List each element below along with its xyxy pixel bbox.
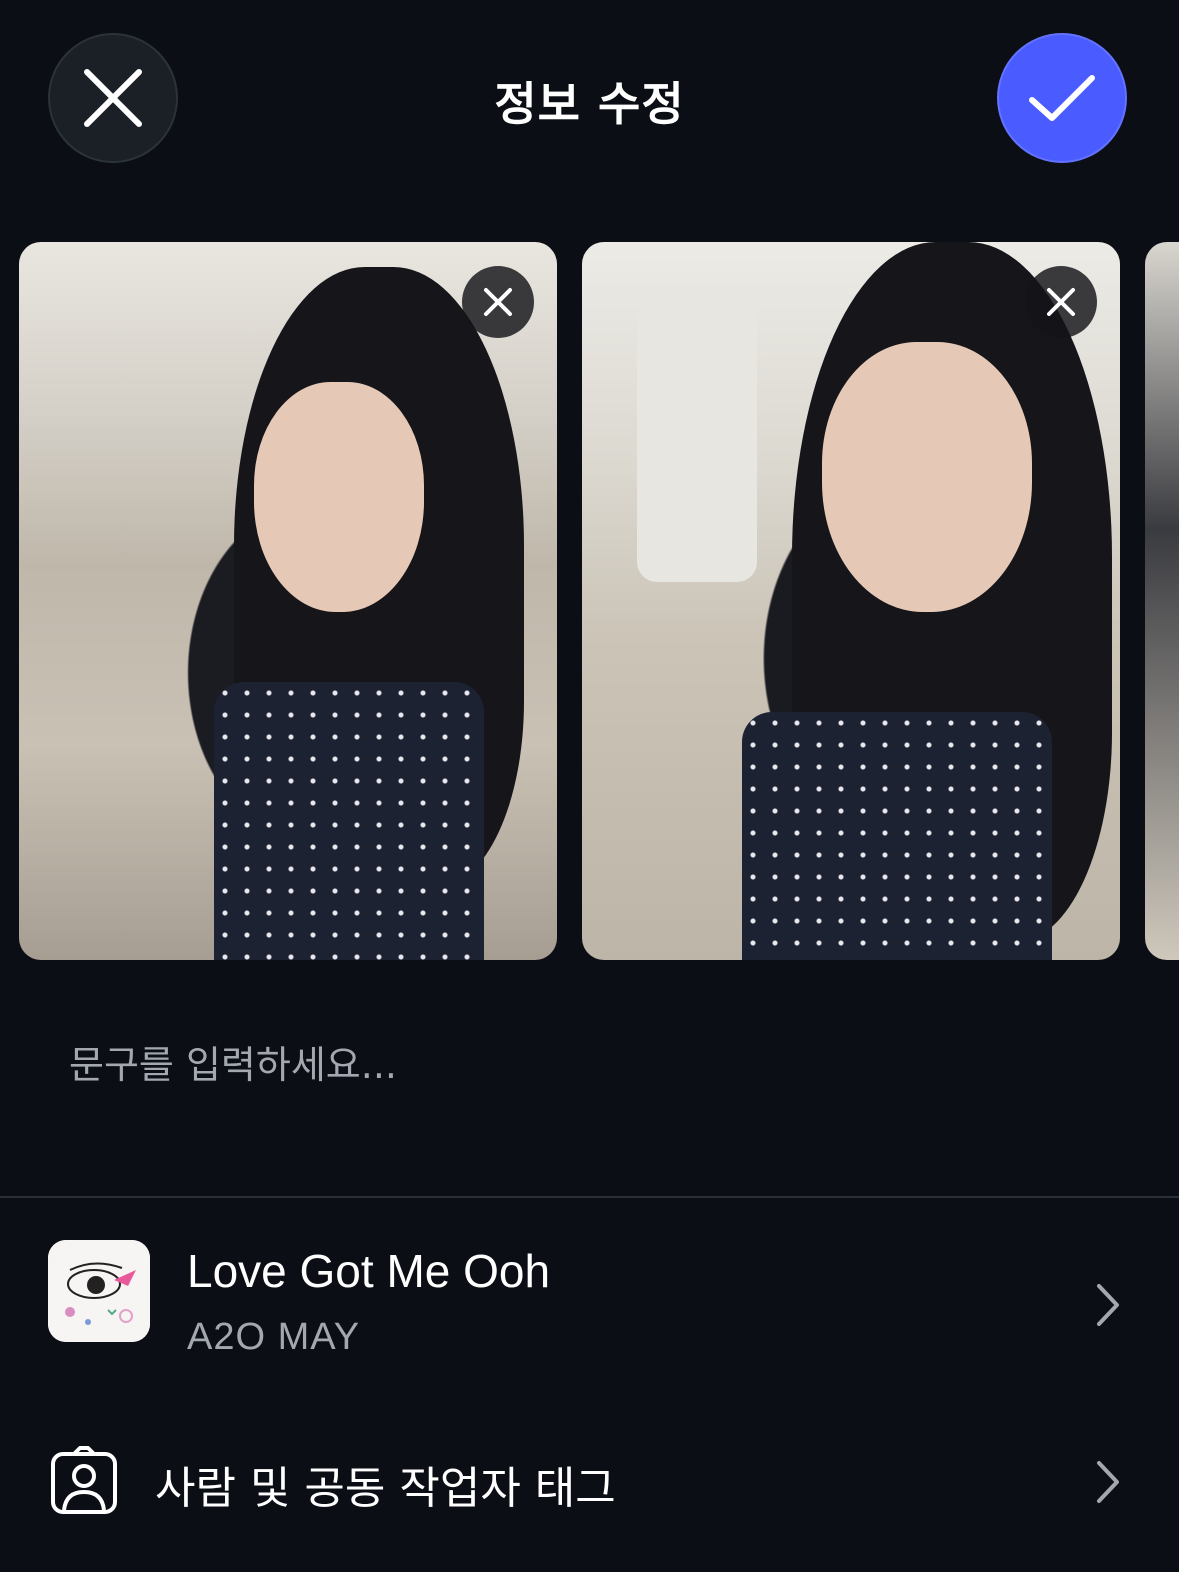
photo-item[interactable] [582,242,1120,960]
confirm-button[interactable] [997,33,1127,163]
remove-photo-button[interactable] [1025,266,1097,338]
album-art [48,1240,150,1342]
album-art-illustration [48,1240,150,1342]
chevron-right-icon [1097,1284,1119,1326]
photo-carousel[interactable] [0,242,1179,962]
close-icon [484,288,512,316]
checkmark-icon [1029,75,1095,121]
chevron-right-icon [1097,1461,1119,1503]
tag-people-row[interactable]: 사람 및 공동 작업자 태그 [0,1430,1179,1540]
photo-image [1145,242,1179,960]
photo-item[interactable] [1145,242,1179,960]
edit-info-screen: 정보 수정 문구를 입력하세요... Love Got Me Ooh A2O M… [0,0,1179,1572]
divider [0,1196,1179,1198]
photo-subject-face [822,342,1032,612]
tag-people-label: 사람 및 공동 작업자 태그 [155,1463,616,1514]
caption-input[interactable] [69,1035,1109,1095]
header: 정보 수정 [0,0,1179,200]
photo-subject-outfit [214,682,484,960]
photo-pillar [637,302,757,582]
close-icon [1047,288,1075,316]
remove-photo-button[interactable] [462,266,534,338]
song-title: Love Got Me Ooh [187,1245,551,1297]
photo-item[interactable] [19,242,557,960]
music-row[interactable]: Love Got Me Ooh A2O MAY [0,1230,1179,1380]
photo-subject-outfit [742,712,1052,960]
song-artist: A2O MAY [187,1316,361,1358]
person-tag-icon [51,1446,117,1514]
photo-subject-face [254,382,424,612]
